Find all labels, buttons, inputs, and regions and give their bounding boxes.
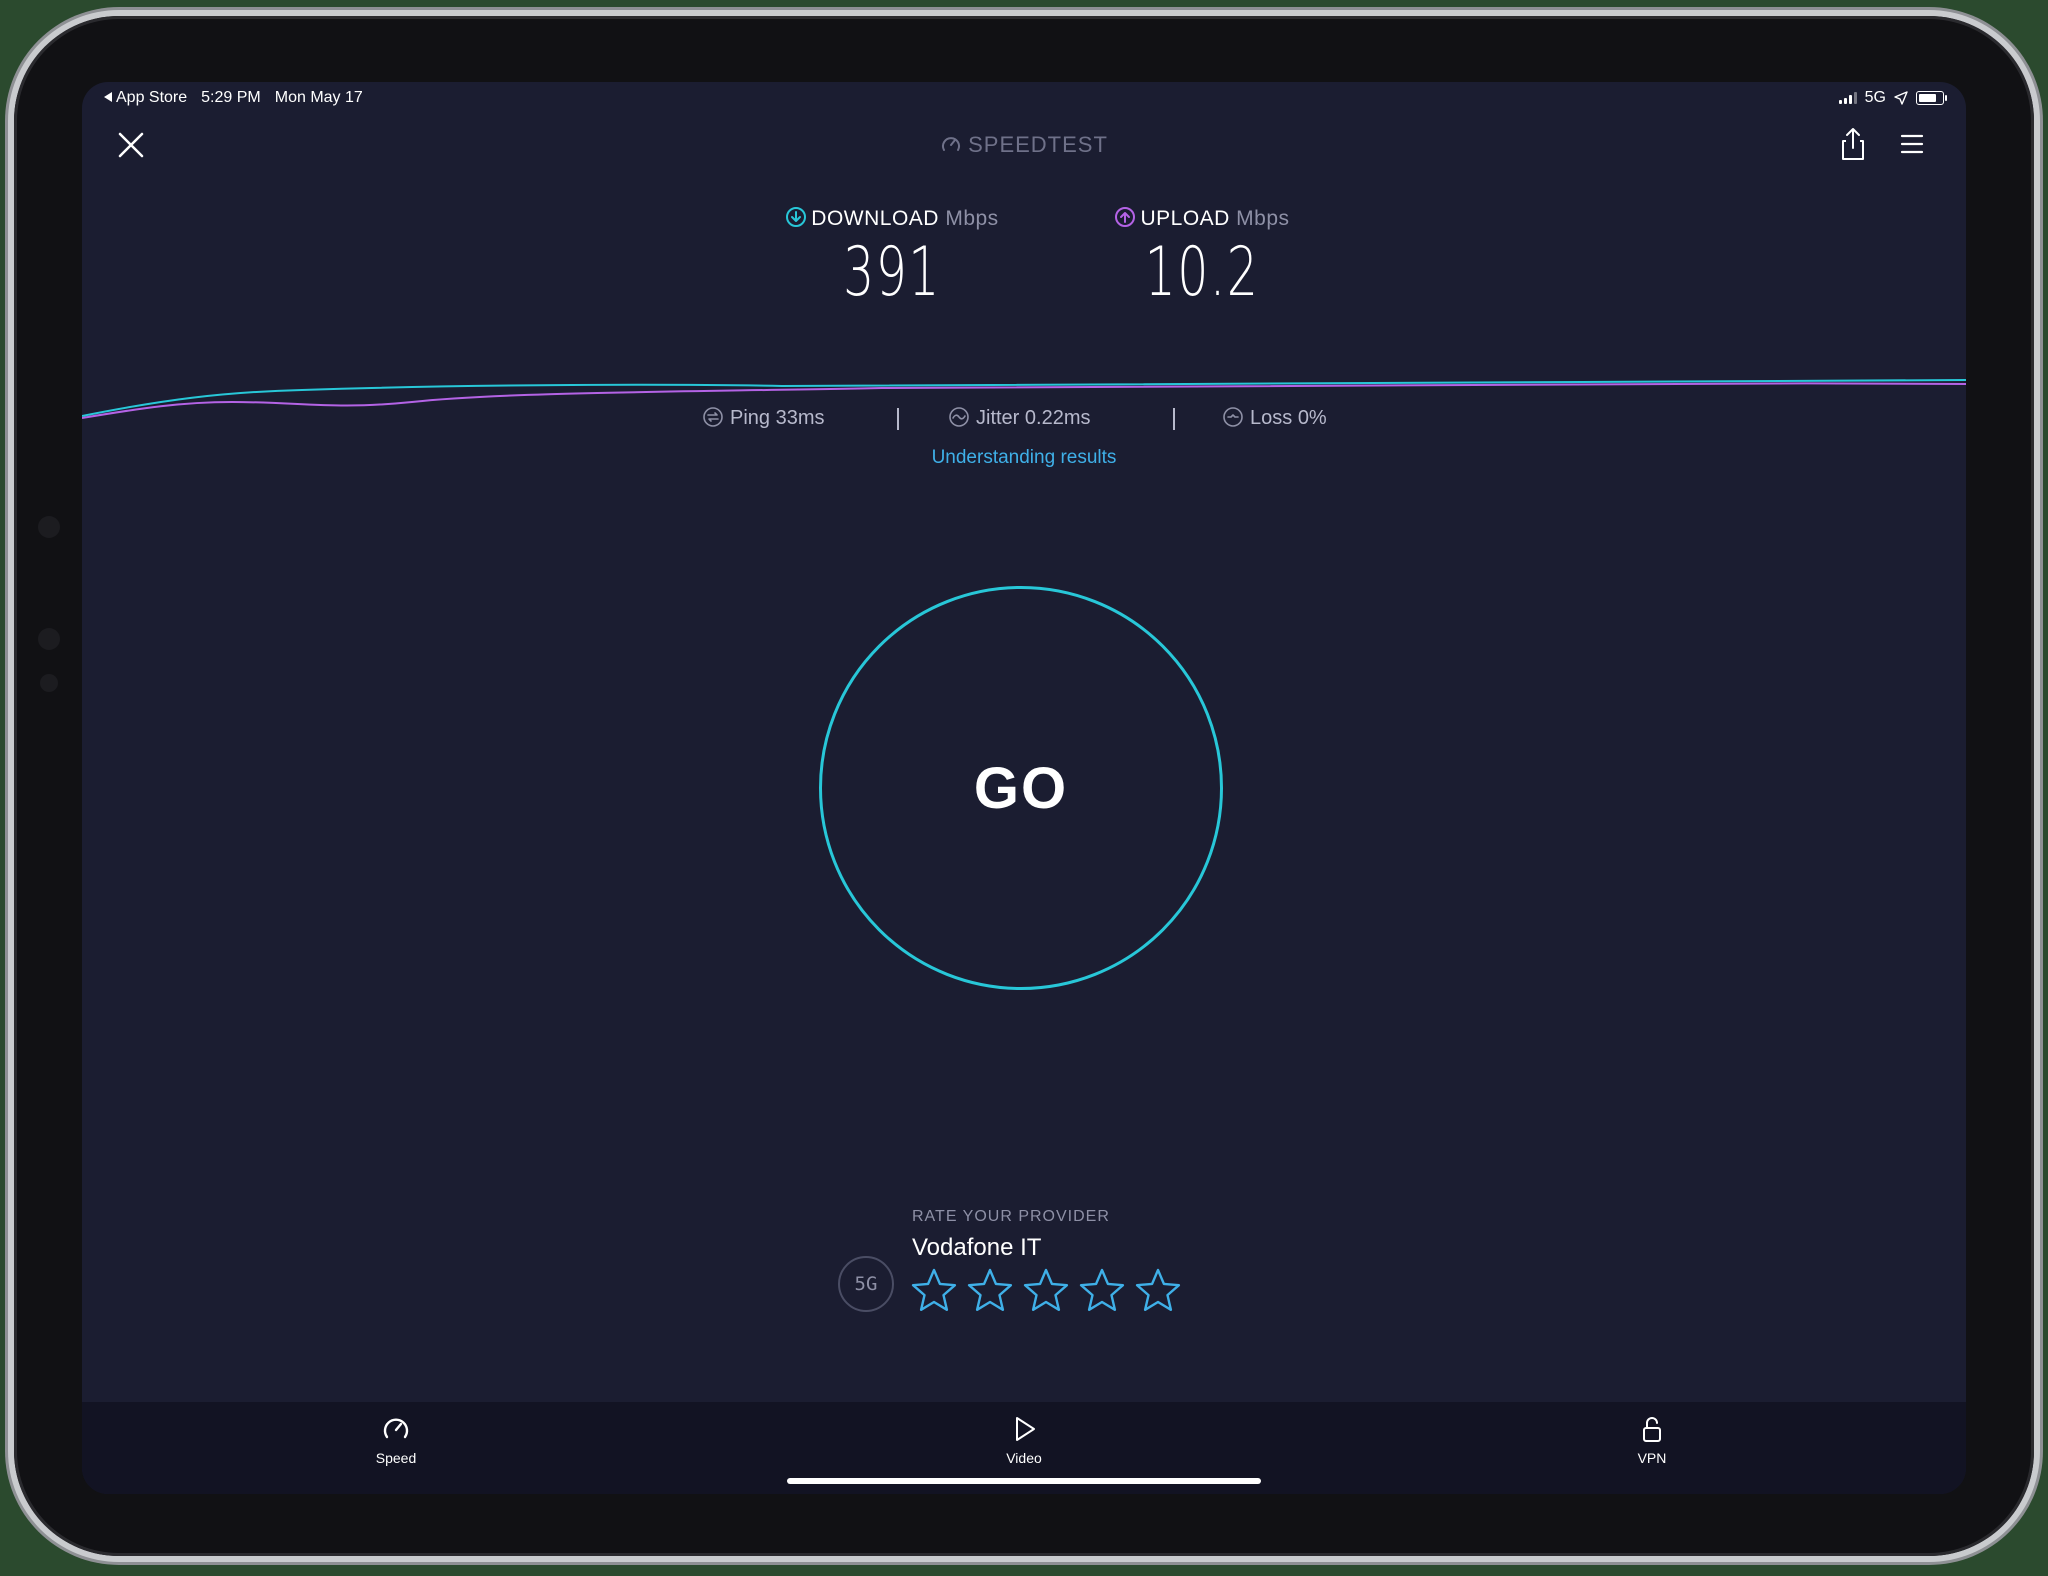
tab-video[interactable]: Video <box>964 1414 1084 1466</box>
status-bar: App Store 5:29 PM Mon May 17 5G <box>82 82 1966 116</box>
provider-name: Vodafone IT <box>912 1234 1042 1261</box>
home-indicator[interactable] <box>787 1478 1261 1484</box>
tab-speed[interactable]: Speed <box>336 1414 456 1466</box>
download-value: 391 <box>843 233 941 312</box>
app-title: SPEEDTEST <box>968 132 1108 157</box>
star-icon[interactable] <box>1078 1266 1126 1314</box>
speedtest-logo-icon <box>942 137 961 151</box>
go-button[interactable]: GO <box>819 586 1223 990</box>
tab-vpn-label: VPN <box>1637 1450 1667 1466</box>
tab-bar: Speed Video VPN <box>82 1402 1966 1494</box>
network-badge: 5G <box>838 1256 894 1312</box>
play-icon <box>1016 1417 1035 1441</box>
download-header: DOWNLOAD Mbps <box>772 206 1012 231</box>
star-icon[interactable] <box>966 1266 1014 1314</box>
download-label: DOWNLOAD <box>811 207 939 230</box>
side-sensor <box>38 628 60 650</box>
download-metric: DOWNLOAD Mbps 391 <box>772 206 1012 309</box>
status-time: 5:29 PM <box>201 89 261 106</box>
go-label: GO <box>973 755 1069 821</box>
back-to-app-link[interactable]: App Store <box>104 89 187 107</box>
app-screen: App Store 5:29 PM Mon May 17 5G SPEEDTES… <box>82 82 1966 1494</box>
provider-section: RATE YOUR PROVIDER Vodafone IT <box>912 1208 1110 1262</box>
speed-graph <box>82 379 1966 419</box>
upload-header: UPLOAD Mbps <box>1082 206 1322 231</box>
battery-fill <box>1919 94 1936 102</box>
upload-unit: Mbps <box>1236 207 1290 230</box>
side-sensor <box>40 674 58 692</box>
upload-metric: UPLOAD Mbps 10.2 <box>1082 206 1322 309</box>
menu-icon[interactable] <box>1898 130 1926 158</box>
star-icon[interactable] <box>910 1266 958 1314</box>
signal-bars-icon <box>1838 92 1857 104</box>
back-app-label: App Store <box>116 89 188 106</box>
speedometer-icon <box>383 1418 409 1439</box>
star-icon[interactable] <box>1022 1266 1070 1314</box>
status-date: Mon May 17 <box>274 89 363 106</box>
back-arrow-icon <box>104 92 112 102</box>
download-arrow-icon <box>786 207 807 227</box>
star-icon[interactable] <box>1134 1266 1182 1314</box>
location-arrow-icon <box>1894 91 1908 105</box>
app-logo: SPEEDTEST <box>82 132 1966 158</box>
network-type: 5G <box>1864 89 1886 106</box>
understanding-results-link[interactable]: Understanding results <box>82 447 1966 469</box>
side-sensor <box>38 516 60 538</box>
upload-arrow-icon <box>1115 207 1136 227</box>
tab-speed-label: Speed <box>375 1450 417 1466</box>
tab-video-label: Video <box>1006 1450 1042 1466</box>
upload-label: UPLOAD <box>1140 207 1230 230</box>
upload-value: 10.2 <box>1144 233 1260 312</box>
rating-stars <box>910 1266 1182 1314</box>
rate-provider-label: RATE YOUR PROVIDER <box>912 1208 1110 1225</box>
tab-vpn[interactable]: VPN <box>1592 1414 1712 1466</box>
share-icon[interactable] <box>1838 126 1868 162</box>
battery-icon <box>1916 91 1947 105</box>
unlock-icon <box>1643 1417 1661 1442</box>
download-unit: Mbps <box>945 207 999 230</box>
top-bar: SPEEDTEST <box>82 116 1966 172</box>
download-trace <box>82 379 1966 417</box>
